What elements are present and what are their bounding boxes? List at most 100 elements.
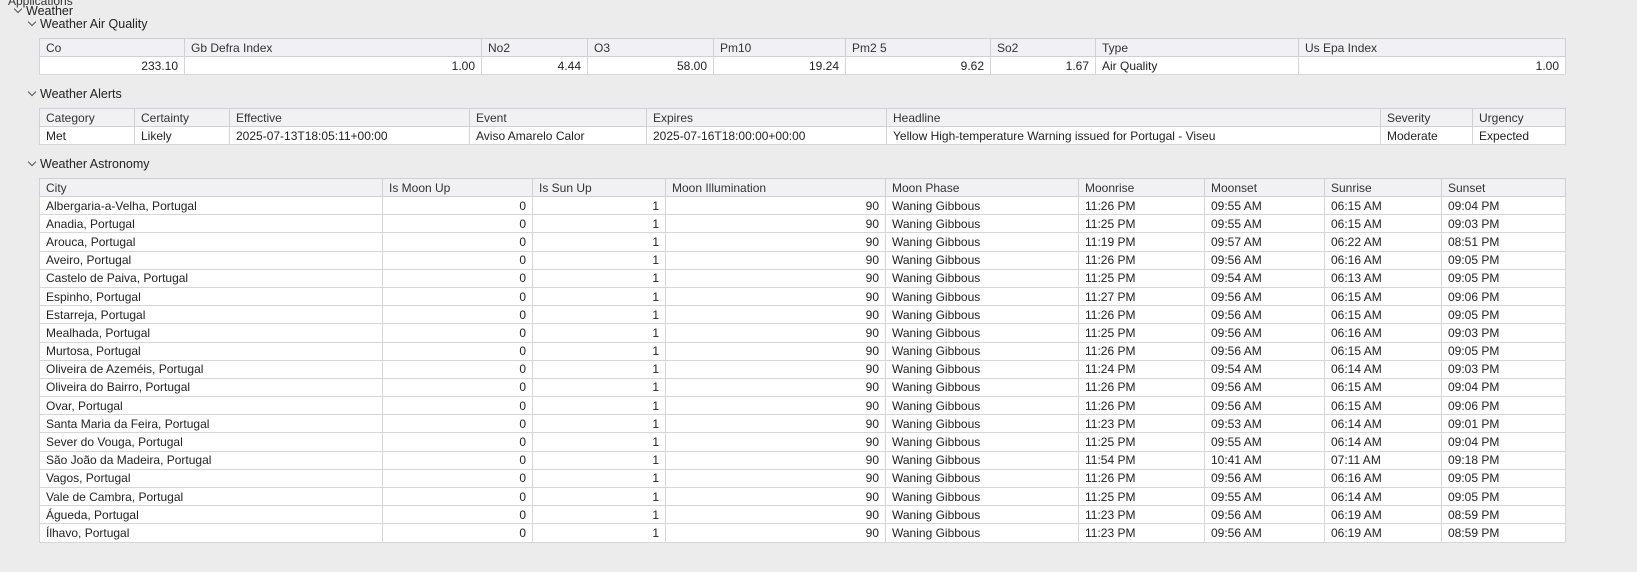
column-header[interactable]: Certainty [134, 108, 230, 127]
column-header[interactable]: Us Epa Index [1298, 38, 1566, 57]
table-row[interactable]: Murtosa, Portugal 0 1 90 Waning Gibbous 11:26… [39, 341, 1566, 361]
column-header[interactable]: Sunrise [1324, 178, 1442, 197]
table-cell: 09:03 PM [1441, 359, 1566, 379]
astronomy-table-body: Albergaria-a-Velha, Portugal 0 1 90 Waning G… [39, 195, 1566, 543]
table-cell: Waning Gibbous [885, 414, 1079, 434]
table-cell: 90 [665, 232, 886, 252]
table-cell: 0 [382, 432, 533, 452]
table-cell: 09:55 AM [1204, 486, 1325, 507]
table-cell: Likely [134, 125, 230, 146]
table-cell: 09:03 PM [1441, 323, 1566, 343]
tree-node-alerts[interactable]: Weather Alerts [26, 87, 122, 101]
table-cell: 06:19 AM [1324, 505, 1442, 525]
table-cell: 1 [532, 468, 666, 489]
table-cell: 1 [532, 523, 666, 543]
column-header[interactable]: Co [39, 38, 185, 57]
column-header[interactable]: So2 [990, 38, 1096, 57]
column-header[interactable]: Event [469, 108, 647, 127]
column-header[interactable]: No2 [481, 38, 588, 57]
table-row[interactable]: Santa Maria da Feira, Portugal 0 1 90 Waning… [39, 414, 1566, 434]
tree-node-air-quality[interactable]: Weather Air Quality [26, 17, 147, 31]
table-cell: 90 [665, 396, 886, 416]
table-cell: 09:05 PM [1441, 268, 1566, 288]
table-row[interactable]: Arouca, Portugal 0 1 90 Waning Gibbous 11:19 … [39, 232, 1566, 252]
table-cell: 11:26 PM [1078, 341, 1205, 361]
table-row[interactable]: Sever do Vouga, Portugal 0 1 90 Waning Gibbo… [39, 432, 1566, 452]
table-row[interactable]: Castelo de Paiva, Portugal 0 1 90 Waning Gib… [39, 268, 1566, 288]
table-cell: Expected [1472, 125, 1566, 146]
chevron-down-icon[interactable] [12, 5, 24, 17]
column-header[interactable]: Moon Phase [885, 178, 1079, 197]
chevron-down-icon[interactable] [26, 18, 38, 30]
table-row[interactable]: 233.10 1.00 4.44 58.00 19.24 9.62 1.67 A… [39, 55, 1566, 76]
table-cell: Aveiro, Portugal [39, 250, 383, 270]
column-header[interactable]: Effective [229, 108, 470, 127]
table-cell: 0 [382, 214, 533, 234]
table-cell: 0 [382, 268, 533, 288]
column-header[interactable]: Severity [1380, 108, 1473, 127]
table-cell: Murtosa, Portugal [39, 341, 383, 361]
table-cell: 0 [382, 250, 533, 270]
table-row[interactable]: Espinho, Portugal 0 1 90 Waning Gibbous 11:27… [39, 286, 1566, 307]
column-header[interactable]: Moonset [1204, 178, 1325, 197]
table-cell: 0 [382, 341, 533, 361]
table-row[interactable]: Vale de Cambra, Portugal 0 1 90 Waning Gibbo… [39, 486, 1566, 507]
table-row[interactable]: Oliveira do Bairro, Portugal 0 1 90 Waning G… [39, 377, 1566, 398]
table-row[interactable]: Ovar, Portugal 0 1 90 Waning Gibbous 11:26 PM… [39, 396, 1566, 416]
table-cell: 0 [382, 377, 533, 398]
column-header[interactable]: Is Sun Up [532, 178, 666, 197]
column-header[interactable]: Urgency [1472, 108, 1566, 127]
table-cell: 0 [382, 414, 533, 434]
table-cell: 07:11 AM [1324, 450, 1442, 470]
table-row[interactable]: Anadia, Portugal 0 1 90 Waning Gibbous 11:25 … [39, 214, 1566, 234]
column-header[interactable]: Expires [646, 108, 887, 127]
table-cell: 11:25 PM [1078, 214, 1205, 234]
table-row[interactable]: Vagos, Portugal 0 1 90 Waning Gibbous 11:26 P… [39, 468, 1566, 489]
chevron-down-icon[interactable] [26, 158, 38, 170]
table-row[interactable]: Estarreja, Portugal 0 1 90 Waning Gibbous 11:… [39, 305, 1566, 325]
column-header[interactable]: Moonrise [1078, 178, 1205, 197]
column-header[interactable]: Pm10 [713, 38, 846, 57]
table-cell: 11:27 PM [1078, 286, 1205, 307]
column-header[interactable]: Sunset [1441, 178, 1566, 197]
table-row[interactable]: Met Likely 2025-07-13T18:05:11+00:00 Avi… [39, 125, 1566, 146]
table-row[interactable]: Oliveira de Azeméis, Portugal 0 1 90 Waning … [39, 359, 1566, 379]
tree-node-astronomy[interactable]: Weather Astronomy [26, 157, 150, 171]
column-header[interactable]: City [39, 178, 383, 197]
table-cell: Ílhavo, Portugal [39, 523, 383, 543]
chevron-down-icon[interactable] [26, 88, 38, 100]
table-cell: 11:25 PM [1078, 323, 1205, 343]
table-cell: 1 [532, 195, 666, 216]
table-cell: 1 [532, 250, 666, 270]
table-cell: 0 [382, 523, 533, 543]
table-cell: 06:15 AM [1324, 305, 1442, 325]
table-row[interactable]: Aveiro, Portugal 0 1 90 Waning Gibbous 11:26 … [39, 250, 1566, 270]
table-row[interactable]: São João da Madeira, Portugal 0 1 90 Waning … [39, 450, 1566, 470]
table-cell: Waning Gibbous [885, 305, 1079, 325]
column-header[interactable]: Moon Illumination [665, 178, 886, 197]
column-header[interactable]: O3 [587, 38, 714, 57]
column-header[interactable]: Type [1095, 38, 1299, 57]
table-cell: 11:23 PM [1078, 414, 1205, 434]
table-cell: 0 [382, 195, 533, 216]
column-header[interactable]: Gb Defra Index [184, 38, 482, 57]
table-cell: Aviso Amarelo Calor [469, 125, 647, 146]
column-header[interactable]: Category [39, 108, 135, 127]
column-header[interactable]: Headline [886, 108, 1381, 127]
column-header[interactable]: Is Moon Up [382, 178, 533, 197]
table-cell: 1 [532, 214, 666, 234]
table-cell: 90 [665, 450, 886, 470]
table-row[interactable]: Albergaria-a-Velha, Portugal 0 1 90 Waning G… [39, 195, 1566, 216]
air-quality-header-row: Co Gb Defra Index No2 O3 Pm10 Pm2 5 So2 … [39, 38, 1566, 57]
table-cell: 90 [665, 195, 886, 216]
table-row[interactable]: Mealhada, Portugal 0 1 90 Waning Gibbous 11:2… [39, 323, 1566, 343]
table-cell: 1 [532, 486, 666, 507]
table-cell: Ovar, Portugal [39, 396, 383, 416]
table-cell: 09:55 AM [1204, 214, 1325, 234]
table-row[interactable]: Ílhavo, Portugal 0 1 90 Waning Gibbous 11:23 … [39, 523, 1566, 543]
column-header[interactable]: Pm2 5 [845, 38, 991, 57]
tree-node-weather[interactable]: Weather [12, 4, 73, 18]
table-cell: Moderate [1380, 125, 1473, 146]
table-row[interactable]: Águeda, Portugal 0 1 90 Waning Gibbous 11:23 … [39, 505, 1566, 525]
table-cell: 09:56 AM [1204, 323, 1325, 343]
